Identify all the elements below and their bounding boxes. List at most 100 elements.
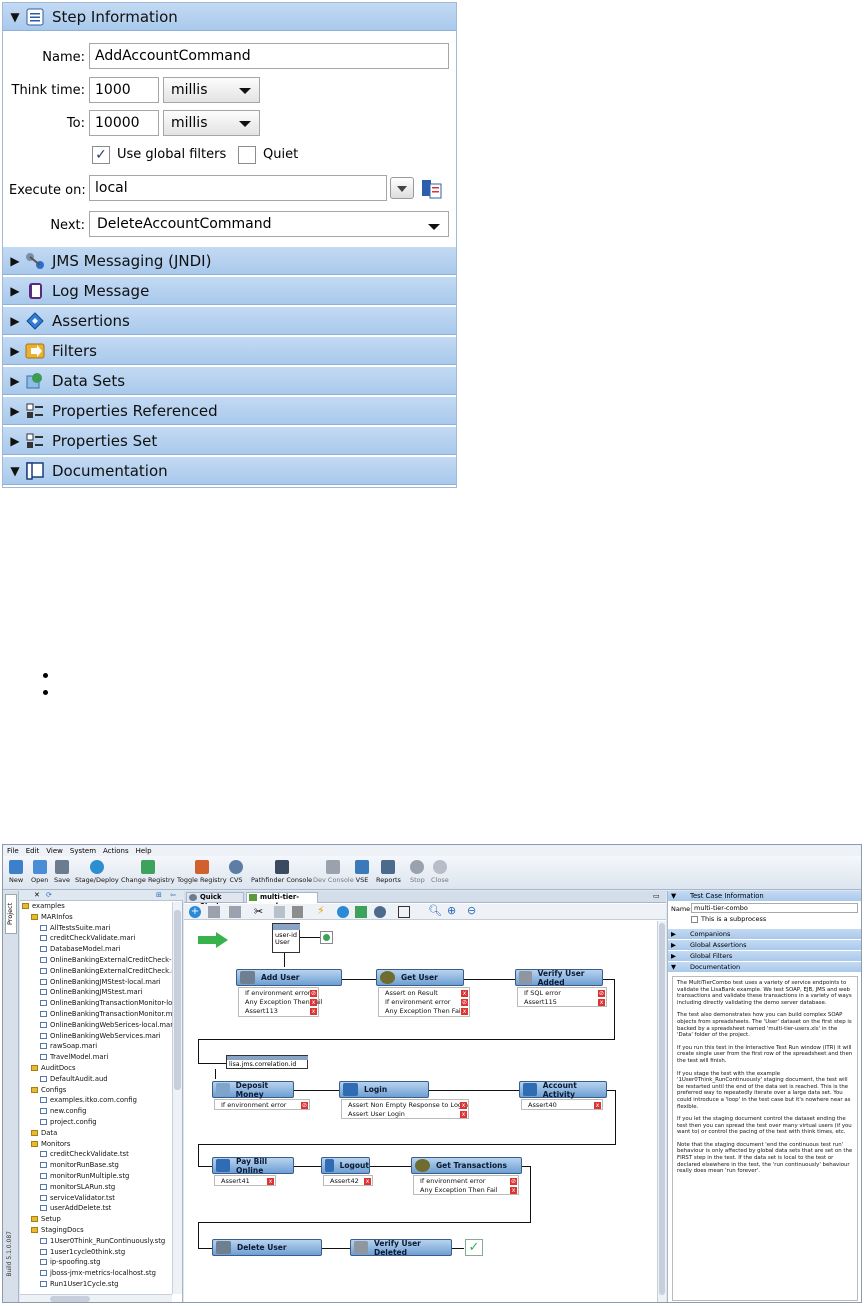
properties-icon[interactable] — [398, 906, 410, 918]
step-information-header[interactable]: ▼ Step Information — [3, 3, 456, 31]
close-icon[interactable]: ✕ — [34, 891, 40, 899]
project-tab[interactable]: Project — [5, 894, 17, 934]
stage-deploy-button[interactable]: Stage/Deploy — [75, 860, 119, 884]
assertion-item[interactable]: If SQL error — [524, 989, 561, 997]
step-delete-user[interactable]: Delete User — [212, 1239, 322, 1256]
dev-console-button[interactable]: Dev Console — [313, 860, 354, 884]
tree-file[interactable]: DefaultAudit.aud — [40, 1075, 108, 1083]
tree-file[interactable]: OnlineBankingExternalCreditCheck-lo — [40, 956, 172, 964]
section-companions[interactable]: ▶ Companions — [668, 929, 861, 939]
refresh-icon[interactable]: ⟳ — [46, 891, 52, 899]
tree-file[interactable]: monitorRunMultiple.stg — [40, 1172, 129, 1180]
think-time-unit-select[interactable]: millis — [163, 77, 260, 103]
zoom-out-icon[interactable]: ⊖ — [467, 904, 476, 917]
tree-file[interactable]: TravelModel.mari — [40, 1053, 108, 1061]
step-get-user[interactable]: Get User — [376, 969, 464, 986]
tree-file[interactable]: OnlineBankingTransactionMonitor-loc — [40, 999, 172, 1007]
start-property-box[interactable]: user-id User — [272, 923, 300, 953]
cvs-button[interactable]: CVS — [229, 860, 243, 884]
tree-folder[interactable]: Monitors — [31, 1140, 70, 1148]
tab-multi-tier-combo[interactable]: multi-tier-combo — [246, 892, 318, 910]
tree-folder[interactable]: Data — [31, 1129, 57, 1137]
stop-icon[interactable] — [208, 906, 220, 918]
jms-property-box[interactable]: lisa.jms.correlation.id — [226, 1055, 308, 1069]
to-field[interactable]: 10000 — [89, 110, 159, 136]
scrollbar-thumb[interactable] — [659, 923, 665, 1295]
tree-file[interactable]: new.config — [40, 1107, 86, 1115]
step-get-transactions[interactable]: Get Transactions — [411, 1157, 522, 1174]
dataset-node[interactable] — [320, 931, 333, 944]
stop-button[interactable]: Stop — [410, 860, 425, 884]
step-verify-user-added[interactable]: Verify User Added — [515, 969, 603, 987]
gear-icon[interactable] — [337, 906, 349, 918]
canvas-scrollbar[interactable] — [657, 921, 666, 1302]
lightning-icon[interactable]: ⚡ — [317, 904, 325, 917]
end-checkmark-icon[interactable]: ✓ — [465, 1239, 483, 1256]
tree-folder[interactable]: examples — [22, 902, 65, 910]
section-global-assertions[interactable]: ▶ Global Assertions — [668, 940, 861, 950]
registry-icon[interactable] — [420, 178, 444, 204]
step-verify-user-deleted[interactable]: Verify User Deleted — [350, 1239, 452, 1257]
name-field[interactable]: AddAccountCommand — [89, 43, 449, 69]
section-properties-set[interactable]: ▶ Properties Set — [3, 427, 456, 455]
tree-file[interactable]: ip-spoofing.stg — [40, 1258, 100, 1266]
assertion-item[interactable]: Assert User Login — [348, 1110, 405, 1118]
maximize-icon[interactable]: ▭ — [653, 892, 660, 900]
menu-actions[interactable]: Actions — [103, 847, 129, 855]
tree-file[interactable]: project.config — [40, 1118, 97, 1126]
close-button[interactable]: Close — [431, 860, 449, 884]
assertion-item[interactable]: Assert113 — [245, 1007, 278, 1015]
assertion-item[interactable]: Assert Non Empty Response to Login — [348, 1101, 468, 1109]
next-select[interactable]: DeleteAccountCommand — [89, 211, 449, 237]
tree-file[interactable]: OnlineBankingJMStest.mari — [40, 988, 142, 996]
tree-file[interactable]: Run1User1Cycle.stg — [40, 1280, 118, 1288]
subprocess-checkbox[interactable] — [691, 916, 698, 923]
menu-system[interactable]: System — [70, 847, 96, 855]
global-filters-checkbox[interactable]: ✓ — [92, 146, 110, 164]
expand-icon[interactable]: ⊞ — [156, 891, 162, 899]
tree-file[interactable]: monitorRunBase.stg — [40, 1161, 119, 1169]
cut-icon[interactable]: ✂ — [254, 905, 263, 918]
execute-on-field[interactable]: local — [89, 175, 387, 201]
zoom-in-icon[interactable]: ⊕ — [447, 904, 456, 917]
toggle-registry-button[interactable]: Toggle Registry — [177, 860, 227, 884]
assertion-item[interactable]: If environment error — [385, 998, 450, 1006]
execute-on-dropdown-button[interactable] — [390, 177, 414, 199]
model-icon[interactable] — [374, 906, 386, 918]
tree-hscrollbar[interactable] — [20, 1294, 172, 1302]
register-icon[interactable] — [355, 906, 367, 918]
assertion-item[interactable]: If environment error — [221, 1101, 286, 1109]
tree-file[interactable]: rawSoap.mari — [40, 1042, 97, 1050]
test-case-info-header[interactable]: ▼ Test Case Information — [668, 891, 861, 901]
tree-file[interactable]: OnlineBankingTransactionMonitor.ma — [40, 1010, 172, 1018]
assertion-item[interactable]: Any Exception Then Fail — [385, 1007, 463, 1015]
tree-file[interactable]: OnlineBankingExternalCreditCheck.m — [40, 967, 172, 975]
vse-button[interactable]: VSE — [355, 860, 369, 884]
assertion-item[interactable]: Assert42 — [330, 1177, 359, 1185]
tree-file[interactable]: monitorSLARun.stg — [40, 1183, 115, 1191]
step-add-user[interactable]: Add User — [236, 969, 342, 986]
to-unit-select[interactable]: millis — [163, 110, 260, 136]
section-documentation[interactable]: ▼ Documentation — [668, 962, 861, 972]
scrollbar-thumb[interactable] — [50, 1296, 90, 1302]
tab-quick-start[interactable]: Quick Start — [186, 892, 244, 910]
tree-file[interactable]: userAddDelete.tst — [40, 1204, 111, 1212]
section-assertions[interactable]: ▶ Assertions — [3, 307, 456, 335]
new-button[interactable]: New — [9, 860, 23, 884]
change-registry-button[interactable]: Change Registry — [121, 860, 175, 884]
link-icon[interactable]: ⇦ — [170, 891, 176, 899]
step-logout[interactable]: Logout — [321, 1157, 370, 1174]
tree-folder[interactable]: StagingDocs — [31, 1226, 84, 1234]
scrollbar-thumb[interactable] — [174, 910, 181, 1090]
menu-edit[interactable]: Edit — [26, 847, 40, 855]
tree-file[interactable]: OnlineBankingWebServices.mari — [40, 1032, 161, 1040]
step-pay-bill-online[interactable]: Pay Bill Online — [212, 1157, 294, 1175]
step-account-activity[interactable]: Account Activity — [519, 1081, 607, 1099]
section-log-message[interactable]: ▶ Log Message — [3, 277, 456, 305]
menu-help[interactable]: Help — [136, 847, 152, 855]
tree-file[interactable]: OnlineBankingWebSerices-local.mari — [40, 1021, 172, 1029]
section-filters[interactable]: ▶ Filters — [3, 337, 456, 365]
tree-folder[interactable]: MARInfos — [31, 913, 73, 921]
tree-file[interactable]: creditCheckValidate.tst — [40, 1150, 129, 1158]
think-time-field[interactable]: 1000 — [89, 77, 159, 103]
